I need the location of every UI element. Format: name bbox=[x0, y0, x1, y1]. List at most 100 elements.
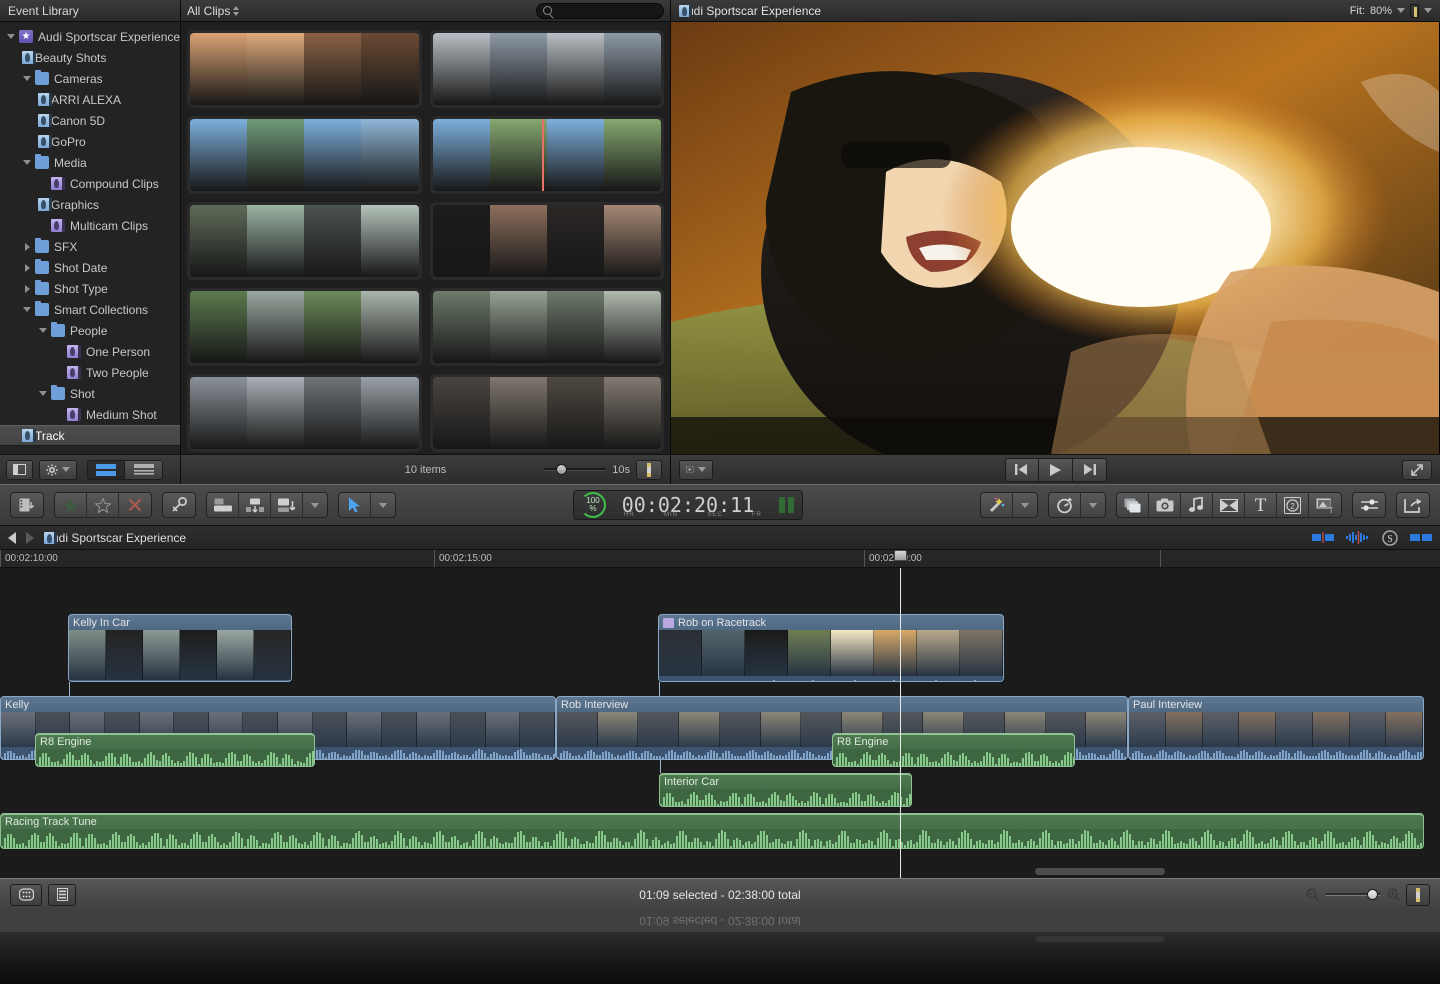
chevron-down-icon-2[interactable] bbox=[1424, 8, 1432, 13]
timeline-connected-clip[interactable]: Kelly In Car bbox=[68, 614, 292, 682]
viewer-display-button[interactable] bbox=[1410, 3, 1419, 18]
share-group[interactable] bbox=[1396, 492, 1430, 518]
chevron-right-icon[interactable] bbox=[22, 241, 33, 252]
share-button[interactable] bbox=[1397, 493, 1429, 517]
append-button[interactable] bbox=[271, 493, 303, 517]
retime-button[interactable] bbox=[1049, 493, 1081, 517]
sidebar-item-one-person[interactable]: One Person bbox=[0, 341, 180, 362]
retime-options-button[interactable] bbox=[1081, 493, 1105, 517]
play-button[interactable] bbox=[1038, 457, 1073, 482]
timeline-ruler[interactable]: 00:02:10:00 00:02:15:00 00:02:20:00 bbox=[0, 550, 1440, 568]
tool-select-button[interactable] bbox=[339, 493, 371, 517]
chevron-down-icon[interactable] bbox=[38, 325, 49, 336]
chevron-down-icon[interactable] bbox=[6, 31, 17, 42]
sidebar-item-multicam-clips[interactable]: Multicam Clips bbox=[0, 215, 180, 236]
enhancements-group[interactable] bbox=[980, 492, 1038, 518]
zoom-in-icon[interactable] bbox=[1387, 888, 1400, 901]
timeline-audio-clip[interactable]: Interior Car bbox=[659, 773, 912, 807]
reject-button[interactable] bbox=[119, 493, 151, 517]
audio-waveform-button[interactable] bbox=[1346, 531, 1370, 544]
list-view-button[interactable] bbox=[125, 459, 163, 480]
sidebar-item-cameras[interactable]: Cameras bbox=[0, 68, 180, 89]
action-gear-button[interactable] bbox=[39, 459, 77, 480]
sidebar-item-audi-sportscar-experience[interactable]: ★ Audi Sportscar Experience bbox=[0, 26, 180, 47]
view-mode-segmented[interactable] bbox=[87, 459, 163, 480]
sidebar-item-beauty-shots[interactable]: Beauty Shots bbox=[0, 47, 180, 68]
solo-button[interactable]: S bbox=[1382, 529, 1398, 546]
favorite-button[interactable] bbox=[55, 493, 87, 517]
enhancements-button[interactable] bbox=[981, 493, 1013, 517]
media-browsers-group[interactable]: T 2 T bbox=[1116, 492, 1342, 518]
sidebar-item-media[interactable]: Media bbox=[0, 152, 180, 173]
browser-clip[interactable] bbox=[429, 30, 664, 108]
sidebar-item-shot[interactable]: Shot bbox=[0, 383, 180, 404]
themes-button[interactable]: T bbox=[1309, 493, 1341, 517]
viewer-zoom-controls[interactable]: Fit: 80% bbox=[1350, 3, 1432, 18]
photos-button[interactable] bbox=[1117, 493, 1149, 517]
browser-clip[interactable] bbox=[429, 202, 664, 280]
timeline-horizontal-scrollbar[interactable] bbox=[1035, 868, 1165, 875]
browser-clip[interactable] bbox=[187, 30, 422, 108]
tool-group[interactable] bbox=[338, 492, 396, 518]
sidebar-item-canon-5d[interactable]: Canon 5D bbox=[0, 110, 180, 131]
import-media-button[interactable] bbox=[11, 493, 43, 517]
append-options-button[interactable] bbox=[303, 493, 327, 517]
chevron-down-icon[interactable] bbox=[22, 73, 33, 84]
rating-group[interactable] bbox=[54, 492, 152, 518]
timeline-audio-clip[interactable]: R8 Engine bbox=[35, 733, 315, 767]
tool-options-button[interactable] bbox=[371, 493, 395, 517]
background-tasks-gauge[interactable]: 100 % bbox=[580, 492, 606, 518]
titles-button[interactable]: T bbox=[1245, 493, 1277, 517]
generators-button[interactable]: 2 bbox=[1277, 493, 1309, 517]
back-arrow-icon[interactable] bbox=[8, 531, 16, 544]
sidebar-item-medium-shot[interactable]: Medium Shot bbox=[0, 404, 180, 425]
keyword-group[interactable] bbox=[162, 492, 196, 518]
browser-clip[interactable] bbox=[187, 202, 422, 280]
timeline-zoom-control[interactable] bbox=[1306, 883, 1430, 906]
timeline-zoom-slider[interactable] bbox=[1325, 888, 1381, 902]
browser-clip[interactable] bbox=[187, 374, 422, 452]
sidebar-item-arri-alexa[interactable]: ARRI ALEXA bbox=[0, 89, 180, 110]
timeline-audio-clip[interactable]: R8 Engine bbox=[832, 733, 1075, 767]
chevron-right-icon[interactable] bbox=[22, 283, 33, 294]
timeline-connected-clip[interactable]: Rob on Racetrack bbox=[658, 614, 1004, 682]
browser-clip[interactable] bbox=[187, 116, 422, 194]
zoom-out-icon[interactable] bbox=[1306, 888, 1319, 901]
keyword-editor-button[interactable] bbox=[163, 493, 195, 517]
chevron-down-icon[interactable] bbox=[1397, 8, 1405, 13]
enhancements-options-button[interactable] bbox=[1013, 493, 1037, 517]
connect-button[interactable] bbox=[207, 493, 239, 517]
sidebar-item-sfx[interactable]: SFX bbox=[0, 236, 180, 257]
sidebar-item-shot-date[interactable]: Shot Date bbox=[0, 257, 180, 278]
chevron-down-icon[interactable] bbox=[38, 388, 49, 399]
search-input[interactable] bbox=[556, 4, 657, 17]
inspector-group[interactable] bbox=[1352, 492, 1386, 518]
sidebar-item-graphics[interactable]: Graphics bbox=[0, 194, 180, 215]
camera-button[interactable] bbox=[1149, 493, 1181, 517]
browser-clip[interactable] bbox=[429, 116, 664, 194]
clip-appearance-button[interactable] bbox=[636, 459, 662, 480]
chevron-down-icon[interactable] bbox=[22, 304, 33, 315]
timeline-canvas[interactable]: Kelly In Car Rob on Racetrack Kelly Rob Int… bbox=[0, 568, 1440, 878]
audio-meters[interactable] bbox=[779, 497, 794, 513]
playhead[interactable] bbox=[900, 568, 901, 878]
sidebar-item-track[interactable]: Track bbox=[0, 425, 180, 446]
browser-clip[interactable] bbox=[429, 288, 664, 366]
browser-zoom-slider[interactable] bbox=[544, 463, 607, 477]
browser-zoom-control[interactable]: 10s bbox=[544, 459, 662, 480]
chevron-down-icon[interactable] bbox=[22, 157, 33, 168]
timeline-clip-height-button[interactable] bbox=[1406, 883, 1430, 906]
browser-clip[interactable] bbox=[187, 288, 422, 366]
sidebar-item-compound-clips[interactable]: Compound Clips bbox=[0, 173, 180, 194]
playhead-handle[interactable] bbox=[894, 550, 907, 561]
import-group[interactable] bbox=[10, 492, 44, 518]
inspector-button[interactable] bbox=[1353, 493, 1385, 517]
viewer-transport[interactable] bbox=[671, 457, 1440, 482]
browser-clip[interactable] bbox=[429, 374, 664, 452]
sidebar-item-two-people[interactable]: Two People bbox=[0, 362, 180, 383]
go-to-start-button[interactable] bbox=[1004, 457, 1039, 482]
sidebar-item-people[interactable]: People bbox=[0, 320, 180, 341]
clip-filter-popup[interactable]: All Clips bbox=[187, 4, 240, 18]
timeline-audio-clip[interactable]: Racing Track Tune bbox=[0, 813, 1424, 849]
forward-arrow-icon[interactable] bbox=[26, 531, 34, 544]
